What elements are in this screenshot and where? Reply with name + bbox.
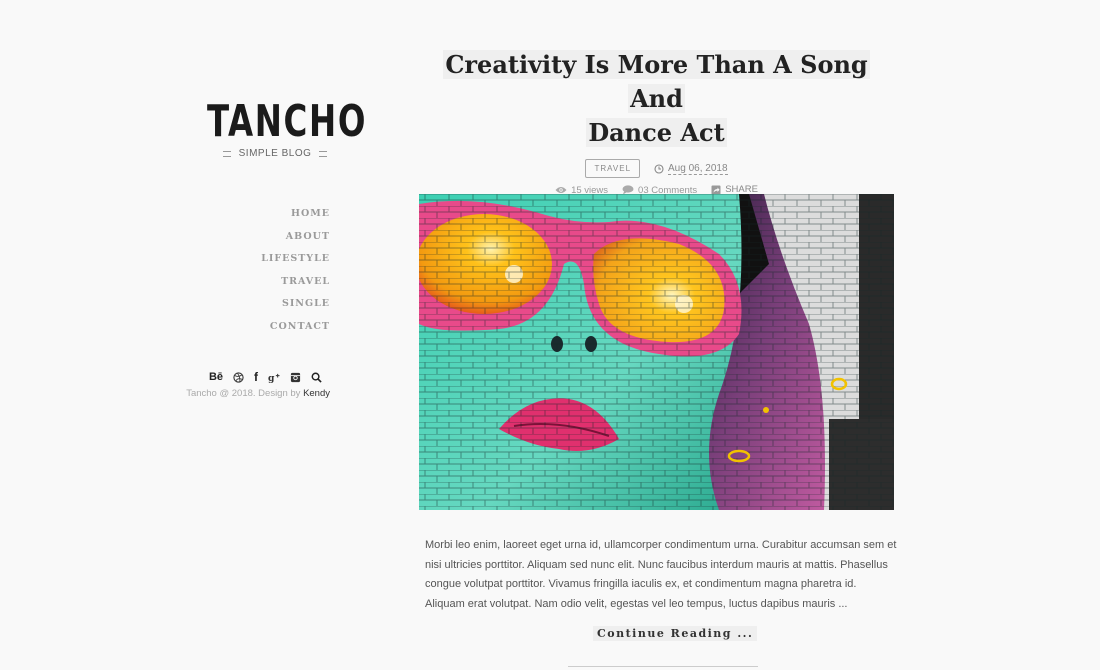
post-title[interactable]: Creativity Is More Than A Song And Dance…	[419, 48, 894, 150]
tagline-text: SIMPLE BLOG	[238, 148, 312, 159]
continue-reading-button[interactable]: Continue Reading ...	[593, 626, 758, 641]
category-badge[interactable]: TRAVEL	[585, 159, 641, 178]
post-title-line-1[interactable]: Creativity Is More Than A Song And	[443, 50, 870, 113]
copyright-text: Tancho @ 2018. Design by	[186, 388, 304, 399]
featured-image[interactable]	[419, 194, 894, 510]
blog-post: Creativity Is More Than A Song And Dance…	[419, 48, 894, 196]
featured-image-art	[419, 194, 894, 510]
nav-item-home[interactable]: HOME	[261, 203, 330, 226]
post-divider	[568, 666, 758, 667]
post-title-line-2[interactable]: Dance Act	[586, 118, 727, 147]
post-meta-primary: TRAVEL Aug 06, 2018	[419, 159, 894, 178]
dribbble-icon[interactable]	[233, 371, 244, 383]
google-plus-icon[interactable]: g	[268, 372, 280, 383]
instagram-icon[interactable]	[290, 372, 301, 383]
nav-item-contact[interactable]: CONTACT	[261, 316, 330, 339]
copyright: Tancho @ 2018. Design by Kendy	[186, 388, 330, 399]
post-date-value[interactable]: Aug 06, 2018	[668, 163, 728, 175]
site-logo[interactable]: TANCHO	[207, 100, 365, 144]
tagline-right-decoration	[319, 150, 328, 157]
tagline-left-decoration	[222, 150, 231, 157]
clock-icon	[654, 163, 664, 174]
nav-item-travel[interactable]: TRAVEL	[261, 271, 330, 294]
nav-item-lifestyle[interactable]: LIFESTYLE	[261, 248, 330, 271]
main-nav: HOME ABOUT LIFESTYLE TRAVEL SINGLE CONTA…	[261, 203, 330, 339]
site-tagline: SIMPLE BLOG	[220, 148, 330, 159]
behance-icon[interactable]: Bē	[209, 371, 223, 383]
facebook-icon[interactable]: f	[254, 370, 258, 384]
post-excerpt: Morbi leo enim, laoreet eget urna id, ul…	[425, 539, 897, 610]
post-date: Aug 06, 2018	[654, 163, 728, 175]
social-links: Bē f g	[209, 370, 322, 384]
nav-item-single[interactable]: SINGLE	[261, 293, 330, 316]
svg-text:g: g	[268, 373, 275, 383]
search-icon[interactable]	[311, 372, 322, 383]
author-link[interactable]: Kendy	[303, 388, 330, 399]
eye-icon	[555, 187, 567, 193]
sidebar: TANCHO SIMPLE BLOG HOME ABOUT LIFESTYLE …	[180, 100, 365, 400]
nav-item-about[interactable]: ABOUT	[261, 226, 330, 249]
